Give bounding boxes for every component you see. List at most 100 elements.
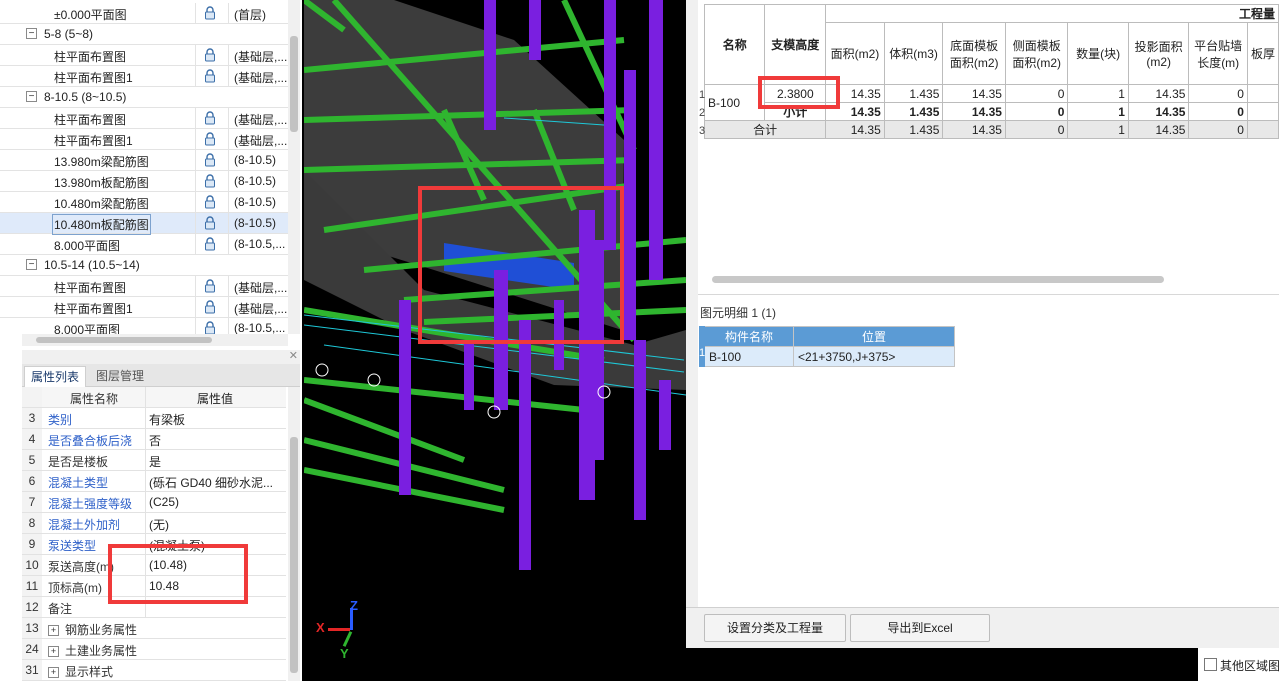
tree-item[interactable]: 柱平面布置图1 (基础层,... xyxy=(0,66,288,87)
lock-icon[interactable] xyxy=(203,48,217,62)
tree-item[interactable]: 13.980m板配筋图 (8-10.5) xyxy=(0,171,288,192)
collapse-toggle-icon[interactable]: − xyxy=(26,259,37,270)
property-row[interactable]: 4 是否叠合板后浇 否 xyxy=(22,429,286,450)
tree-item[interactable]: 柱平面布置图 (基础层,... xyxy=(0,45,288,66)
tree-item-label: 10.5-14 (10.5~14) xyxy=(44,258,140,272)
property-row[interactable]: 31 + 显示样式 xyxy=(22,660,286,681)
cell-count: 1 xyxy=(1067,84,1129,103)
property-row-number: 24 xyxy=(22,639,42,659)
tab-property-list[interactable]: 属性列表 xyxy=(24,366,87,387)
property-name: 显示样式 xyxy=(65,665,114,679)
tab-layer-management[interactable]: 图层管理 xyxy=(90,366,150,386)
tree-item-layer: (8-10.5) xyxy=(234,153,277,167)
detail-cell-name[interactable]: B-100 xyxy=(699,346,794,367)
lock-icon[interactable] xyxy=(203,111,217,125)
lock-icon[interactable] xyxy=(203,237,217,251)
subtotal-count: 1 xyxy=(1067,102,1129,121)
property-row[interactable]: 13 + 钢筋业务属性 xyxy=(22,618,286,639)
expand-icon[interactable]: + xyxy=(48,646,59,657)
property-row-number: 7 xyxy=(22,492,42,512)
total-side: 0 xyxy=(1004,120,1069,139)
highlight-box-height xyxy=(758,76,840,109)
tree-item[interactable]: 柱平面布置图 (基础层,... xyxy=(0,108,288,129)
tree-hscrollbar[interactable] xyxy=(22,334,288,346)
cell-bottom: 14.35 xyxy=(942,84,1006,103)
tree-item[interactable]: 10.480m板配筋图 (8-10.5) xyxy=(0,213,288,235)
panel-splitter[interactable]: ✕ xyxy=(22,350,300,364)
property-row[interactable]: 5 是否是楼板 是 xyxy=(22,450,286,471)
lock-icon[interactable] xyxy=(203,6,217,20)
property-name: 泵送高度(m) xyxy=(48,560,114,574)
row-number: 3 xyxy=(699,125,706,137)
lock-icon[interactable] xyxy=(203,321,217,334)
property-scrollbar-thumb[interactable] xyxy=(290,437,298,673)
tree-item[interactable]: 10.480m梁配筋图 (8-10.5) xyxy=(0,192,288,213)
3d-viewport[interactable]: Z X Y xyxy=(304,0,686,681)
total-proj: 14.35 xyxy=(1127,120,1190,139)
other-area-checkbox[interactable] xyxy=(1204,658,1217,671)
settings-button[interactable]: 设置分类及工程量 xyxy=(704,614,846,642)
tree-item-layer: (基础层,... xyxy=(234,302,288,316)
lock-icon[interactable] xyxy=(203,216,217,230)
lock-icon[interactable] xyxy=(203,132,217,146)
tree-hscrollbar-thumb[interactable] xyxy=(36,337,212,343)
axis-y-label: Y xyxy=(340,646,349,661)
cell-name: B-100 xyxy=(703,84,766,121)
property-row[interactable]: 24 + 土建业务属性 xyxy=(22,639,286,660)
tree-item[interactable]: 柱平面布置图1 (基础层,... xyxy=(0,129,288,150)
expand-icon[interactable]: + xyxy=(48,625,59,636)
col-wall-length: 平台贴墙长度(m) xyxy=(1188,22,1248,85)
tree-group[interactable]: −8-10.5 (8~10.5) xyxy=(0,87,288,108)
property-row[interactable]: 6 混凝土类型 (砾石 GD40 细砂水泥... xyxy=(22,471,286,492)
tree-item[interactable]: ±0.000平面图 (首层) xyxy=(0,3,288,24)
col-projection: 投影面积(m2) xyxy=(1127,22,1190,85)
close-icon[interactable]: ✕ xyxy=(289,349,298,362)
tree-item-label: 13.980m板配筋图 xyxy=(54,176,149,190)
tree-scrollbar-thumb[interactable] xyxy=(290,36,298,132)
property-row[interactable]: 7 混凝土强度等级 (C25) xyxy=(22,492,286,513)
property-value[interactable]: (无) xyxy=(149,516,285,533)
tree-item-layer: (首层) xyxy=(234,8,266,22)
subtotal-volume: 1.435 xyxy=(883,102,944,121)
tree-item[interactable]: 柱平面布置图1 (基础层,... xyxy=(0,297,288,318)
tree-group[interactable]: −10.5-14 (10.5~14) xyxy=(0,255,288,276)
subtotal-side: 0 xyxy=(1004,102,1069,121)
property-row-number: 3 xyxy=(22,408,42,428)
table-hscrollbar[interactable] xyxy=(712,276,1164,283)
lock-icon[interactable] xyxy=(203,174,217,188)
total-volume: 1.435 xyxy=(883,120,944,139)
property-value[interactable]: 有梁板 xyxy=(149,411,285,428)
lock-icon[interactable] xyxy=(203,195,217,209)
detail-col-name: 构件名称 xyxy=(699,326,794,347)
tree-item[interactable]: 13.980m梁配筋图 (8-10.5) xyxy=(0,150,288,171)
lock-icon[interactable] xyxy=(203,300,217,314)
property-value[interactable]: 否 xyxy=(149,432,285,449)
property-row[interactable]: 8 混凝土外加剂 (无) xyxy=(22,513,286,534)
property-value[interactable]: (C25) xyxy=(149,495,285,509)
property-row-number: 13 xyxy=(22,618,42,638)
tree-scrollbar[interactable] xyxy=(288,0,300,334)
tree-item-layer: (基础层,... xyxy=(234,113,288,127)
lock-icon[interactable] xyxy=(203,279,217,293)
drawing-tree: ±0.000平面图 (首层) −5-8 (5~8) 柱平面布置图 (基础层,... 柱平面… xyxy=(0,0,288,334)
collapse-toggle-icon[interactable]: − xyxy=(26,28,37,39)
lock-icon[interactable] xyxy=(203,69,217,83)
detail-cell-position[interactable]: <21+3750,J+375> xyxy=(793,346,955,367)
expand-icon[interactable]: + xyxy=(48,667,59,678)
property-value[interactable]: (砾石 GD40 细砂水泥... xyxy=(149,474,285,491)
tree-item[interactable]: 8.000平面图 (8-10.5,... xyxy=(0,318,288,334)
tree-item-label: 柱平面布置图 xyxy=(54,113,127,127)
property-scrollbar[interactable] xyxy=(288,387,300,681)
collapse-toggle-icon[interactable]: − xyxy=(26,91,37,102)
property-name: 土建业务属性 xyxy=(65,644,138,658)
lock-icon[interactable] xyxy=(203,153,217,167)
tree-item[interactable]: 柱平面布置图 (基础层,... xyxy=(0,276,288,297)
total-bottom: 14.35 xyxy=(942,120,1006,139)
axis-x-label: X xyxy=(316,620,325,635)
subtotal-proj: 14.35 xyxy=(1127,102,1190,121)
property-row[interactable]: 3 类别 有梁板 xyxy=(22,408,286,429)
export-excel-button[interactable]: 导出到Excel xyxy=(850,614,990,642)
property-value[interactable]: 是 xyxy=(149,453,285,470)
tree-item[interactable]: 8.000平面图 (8-10.5,... xyxy=(0,234,288,255)
tree-group[interactable]: −5-8 (5~8) xyxy=(0,24,288,45)
